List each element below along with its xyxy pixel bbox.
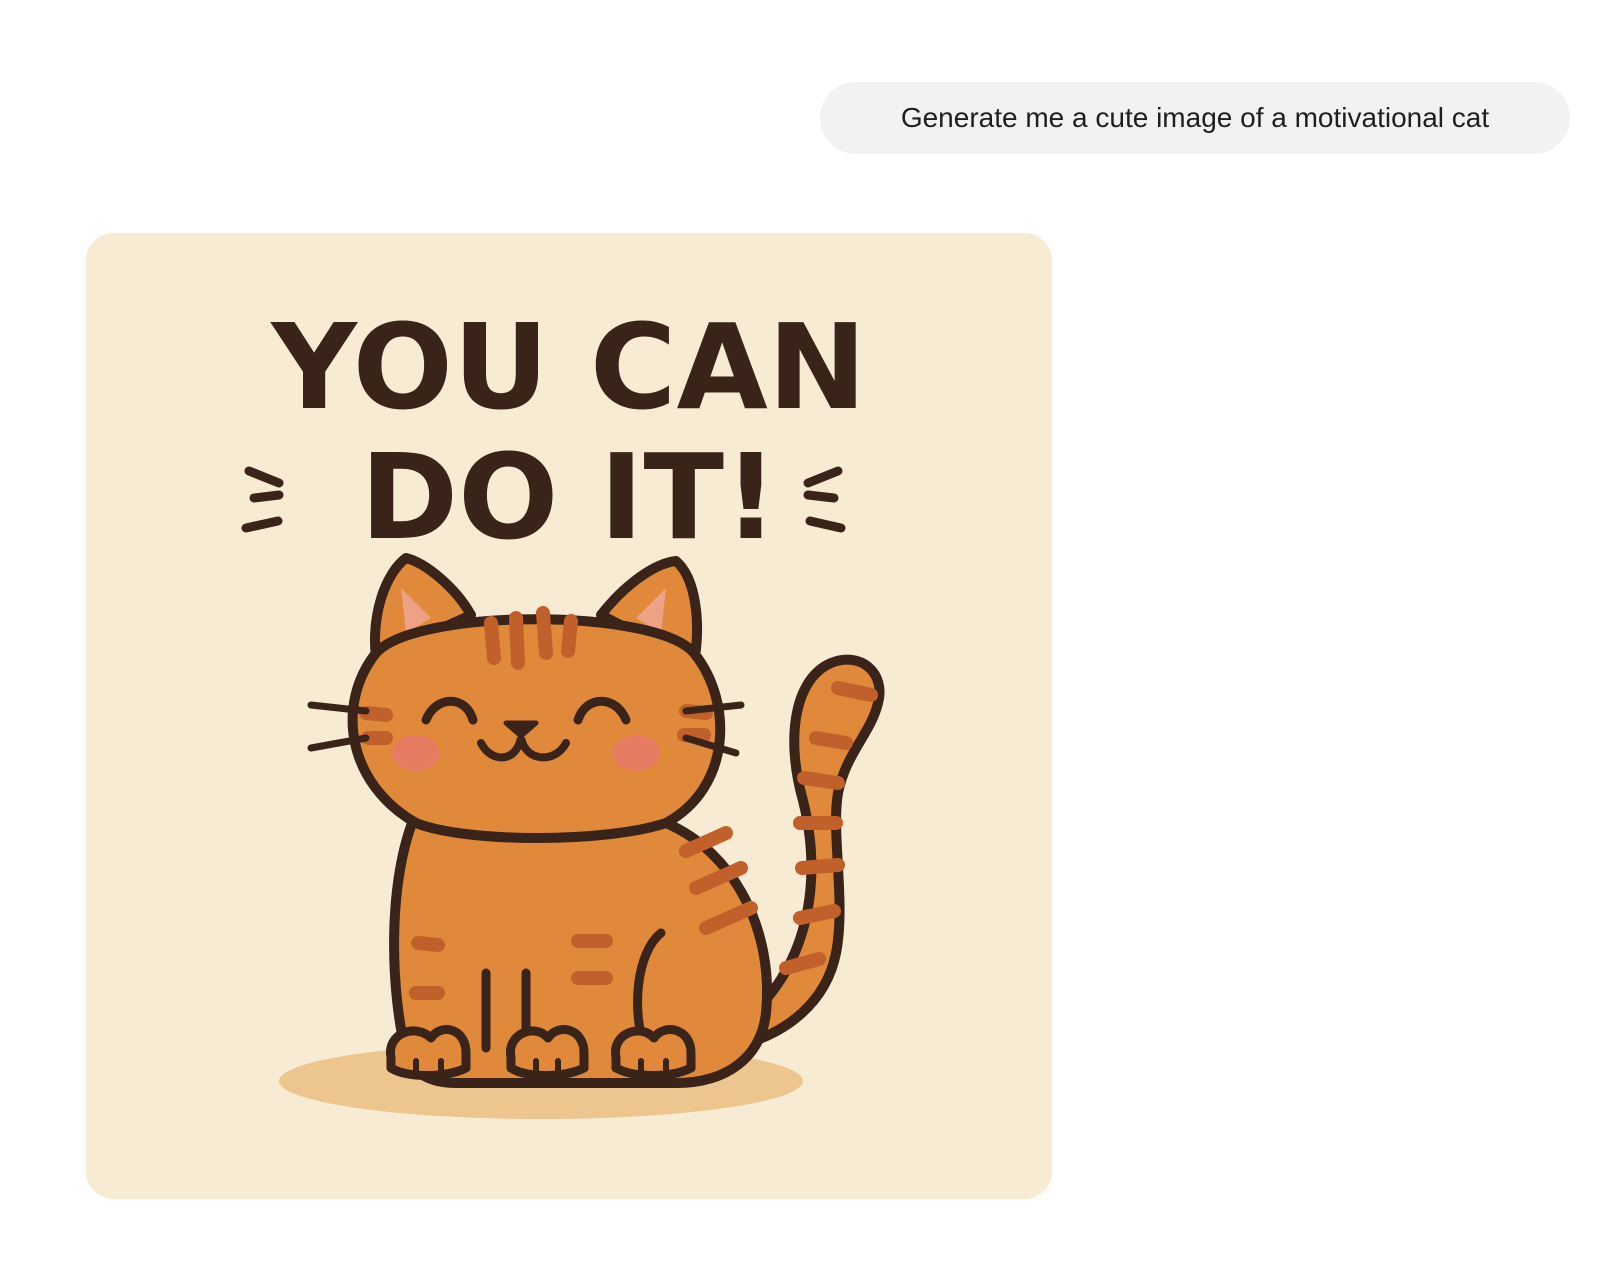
cat-blush-left (392, 735, 440, 771)
poster-text-line-2: DO IT! (360, 428, 778, 566)
generated-cat-image[interactable]: YOU CAN DO IT! (86, 233, 1052, 1199)
user-message-text: Generate me a cute image of a motivation… (900, 102, 1490, 133)
poster-text-line-1: YOU CAN (269, 298, 866, 436)
cat-blush-right (612, 735, 660, 771)
cat-paws (386, 1025, 696, 1080)
cat-illustration: YOU CAN DO IT! (86, 233, 1052, 1199)
cat-head (347, 614, 726, 843)
user-message-bubble: Generate me a cute image of a motivation… (820, 82, 1570, 154)
